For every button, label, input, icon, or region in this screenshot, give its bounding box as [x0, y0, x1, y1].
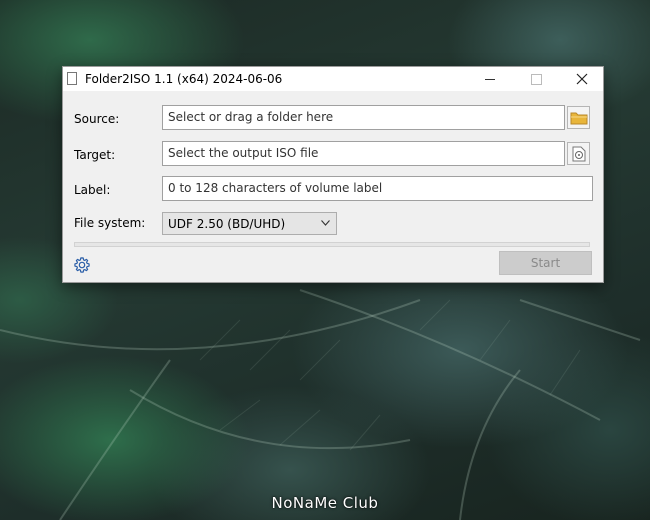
browse-target-button[interactable] [567, 142, 590, 165]
volume-label-label: Label: [74, 183, 111, 197]
volume-label-input[interactable]: 0 to 128 characters of volume label [162, 176, 593, 201]
minimize-icon [485, 78, 495, 80]
maximize-button[interactable] [513, 67, 559, 91]
progress-bar [74, 242, 590, 247]
source-label: Source: [74, 112, 120, 126]
folder2iso-window: Folder2ISO 1.1 (x64) 2024-06-06 Source: … [62, 66, 604, 283]
minimize-button[interactable] [467, 67, 513, 91]
gear-icon[interactable] [73, 256, 91, 274]
close-icon [576, 73, 588, 85]
title-bar[interactable]: Folder2ISO 1.1 (x64) 2024-06-06 [63, 67, 603, 91]
browse-source-button[interactable] [567, 106, 590, 129]
window-title: Folder2ISO 1.1 (x64) 2024-06-06 [85, 72, 283, 86]
source-input[interactable]: Select or drag a folder here [162, 105, 565, 130]
file-system-select[interactable]: UDF 2.50 (BD/UHD) [162, 212, 337, 235]
file-system-label: File system: [74, 216, 146, 230]
target-label: Target: [74, 148, 116, 162]
folder-icon [570, 112, 587, 124]
main-panel: Source: Select or drag a folder here Tar… [63, 91, 603, 282]
start-button[interactable]: Start [499, 251, 592, 275]
maximize-icon [530, 73, 542, 85]
app-icon [67, 72, 77, 85]
target-input[interactable]: Select the output ISO file [162, 141, 565, 166]
watermark-text: NoNaMe Club [271, 494, 379, 512]
file-system-value: UDF 2.50 (BD/UHD) [168, 217, 286, 231]
disc-file-icon [572, 146, 585, 161]
chevron-down-icon [321, 220, 330, 226]
close-button[interactable] [559, 67, 605, 91]
